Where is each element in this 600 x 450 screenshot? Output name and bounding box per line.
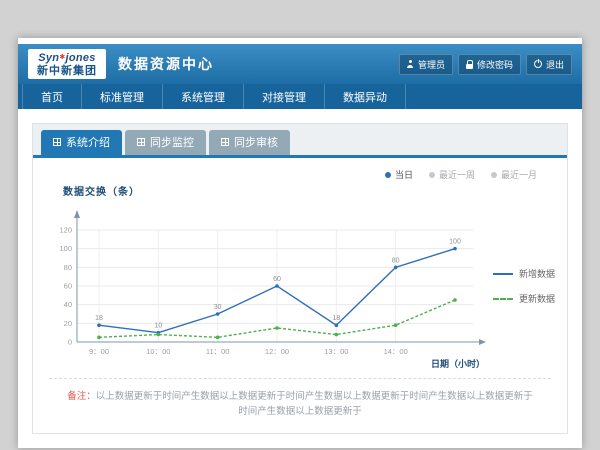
green-dashed-sample-icon <box>493 298 513 300</box>
legend-dot-icon <box>491 172 497 178</box>
svg-text:18: 18 <box>332 315 340 322</box>
svg-text:0: 0 <box>68 338 72 347</box>
svg-text:120: 120 <box>59 226 72 235</box>
svg-text:14：00: 14：00 <box>384 347 408 356</box>
header-actions: 管理员 修改密码 退出 <box>399 54 572 75</box>
chart-area: 0 20 40 60 80 100 120 9：00 10：00 11：00 12：00 13：00 1… <box>33 198 567 374</box>
svg-text:9：00: 9：00 <box>89 347 109 356</box>
grid-icon <box>53 138 61 146</box>
user-icon <box>407 60 414 68</box>
svg-text:100: 100 <box>449 239 461 246</box>
chart-filter-legend: 当日 最近一周 最近一月 <box>33 158 567 181</box>
filter-label: 当日 <box>395 168 413 181</box>
svg-text:11：00: 11：00 <box>206 347 230 356</box>
svg-text:60: 60 <box>273 276 281 283</box>
svg-text:80: 80 <box>392 257 400 264</box>
svg-text:13：00: 13：00 <box>324 347 348 356</box>
legend-dot-icon <box>385 172 391 178</box>
nav-item-home[interactable]: 首页 <box>22 84 82 109</box>
content-panel: 系统介绍 同步监控 同步审核 当日 最近一周 最 <box>32 123 568 434</box>
svg-text:18: 18 <box>95 315 103 322</box>
tab-label: 同步审核 <box>234 134 278 150</box>
admin-user-label: 管理员 <box>418 58 445 71</box>
grid-icon <box>137 138 145 146</box>
logo-english-text: Syn✱jones <box>37 52 97 64</box>
power-icon <box>534 60 542 68</box>
svg-text:40: 40 <box>64 300 72 309</box>
filter-label: 最近一月 <box>501 168 537 181</box>
nav-item-data-changes[interactable]: 数据异动 <box>325 84 406 109</box>
legend-dot-icon <box>429 172 435 178</box>
nav-item-standard-management[interactable]: 标准管理 <box>82 84 163 109</box>
blue-line-sample-icon <box>493 273 513 275</box>
svg-text:60: 60 <box>64 282 72 291</box>
app-window: Syn✱jones 新中新集团 数据资源中心 管理员 修改密码 退出 首页 标准… <box>18 38 582 448</box>
svg-text:10：00: 10：00 <box>146 347 170 356</box>
app-header: Syn✱jones 新中新集团 数据资源中心 管理员 修改密码 退出 <box>18 44 582 84</box>
admin-user-button[interactable]: 管理员 <box>399 54 453 75</box>
svg-text:日期（小时）: 日期（小时） <box>431 358 485 369</box>
filter-legend-item[interactable]: 最近一周 <box>429 168 475 181</box>
lock-icon <box>466 60 473 69</box>
svg-text:80: 80 <box>64 263 72 272</box>
logout-button[interactable]: 退出 <box>526 54 572 75</box>
svg-text:10: 10 <box>154 323 162 330</box>
page-title: 数据资源中心 <box>118 54 214 74</box>
main-nav: 首页 标准管理 系统管理 对接管理 数据异动 <box>18 84 582 109</box>
footnote: 备注：以上数据更新于时间产生数据以上数据更新于时间产生数据以上数据更新于时间产生… <box>33 379 567 433</box>
company-logo: Syn✱jones 新中新集团 <box>28 49 106 78</box>
nav-item-connection-management[interactable]: 对接管理 <box>244 84 325 109</box>
tab-sync-audit[interactable]: 同步审核 <box>209 130 290 155</box>
series-label: 新增数据 <box>519 267 555 280</box>
series-legend-item-new-data: 新增数据 <box>493 267 555 280</box>
y-axis-title: 数据交换（条） <box>33 181 567 198</box>
nav-item-system-management[interactable]: 系统管理 <box>163 84 244 109</box>
svg-text:12：00: 12：00 <box>265 347 289 356</box>
svg-text:20: 20 <box>64 319 72 328</box>
change-password-button[interactable]: 修改密码 <box>458 54 521 75</box>
series-legend-item-updated-data: 更新数据 <box>493 292 555 305</box>
filter-legend-item[interactable]: 当日 <box>385 168 413 181</box>
filter-legend-item[interactable]: 最近一月 <box>491 168 537 181</box>
series-legend: 新增数据 更新数据 <box>493 267 555 305</box>
tab-system-intro[interactable]: 系统介绍 <box>41 130 122 155</box>
logo-chinese-text: 新中新集团 <box>37 65 97 77</box>
tab-bar: 系统介绍 同步监控 同步审核 <box>33 124 567 155</box>
svg-text:100: 100 <box>59 244 72 253</box>
change-password-label: 修改密码 <box>477 58 513 71</box>
tab-sync-monitor[interactable]: 同步监控 <box>125 130 206 155</box>
footnote-prefix: 备注： <box>67 391 96 402</box>
tab-label: 系统介绍 <box>66 134 110 150</box>
tab-label: 同步监控 <box>150 134 194 150</box>
line-chart: 0 20 40 60 80 100 120 9：00 10：00 11：00 12：00 13：00 1… <box>45 198 489 374</box>
svg-text:30: 30 <box>214 304 222 311</box>
filter-label: 最近一周 <box>439 168 475 181</box>
series-label: 更新数据 <box>519 292 555 305</box>
grid-icon <box>221 138 229 146</box>
logout-label: 退出 <box>546 58 564 71</box>
footnote-text: 以上数据更新于时间产生数据以上数据更新于时间产生数据以上数据更新于时间产生数据以… <box>96 391 533 417</box>
